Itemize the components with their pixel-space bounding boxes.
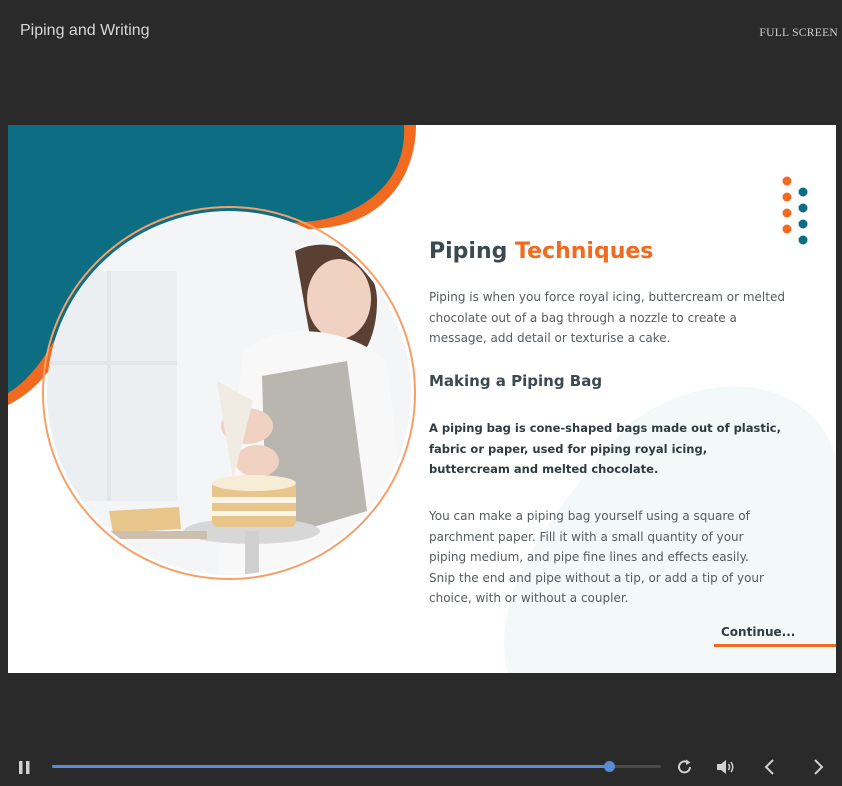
chevron-left-icon[interactable] xyxy=(762,758,778,776)
instructions-paragraph: You can make a piping bag yourself using… xyxy=(429,509,764,605)
volume-icon[interactable] xyxy=(716,758,736,776)
slide-title-main: Piping xyxy=(429,239,508,264)
title-bar: Piping and Writing FULL SCREEN xyxy=(0,0,842,70)
player-window: Piping and Writing FULL SCREEN Piping Te… xyxy=(0,0,842,786)
continue-button[interactable]: Continue... xyxy=(721,625,795,639)
chevron-right-icon[interactable] xyxy=(810,758,826,776)
slide-title: Piping Techniques xyxy=(429,239,653,264)
slide-title-accent: Techniques xyxy=(515,239,654,264)
slide-canvas: Piping Techniques Piping is when you for… xyxy=(8,125,836,673)
progress-bar[interactable] xyxy=(52,761,661,772)
dots-decoration xyxy=(782,176,808,245)
progress-fill xyxy=(52,765,610,768)
definition-paragraph: A piping bag is cone-shaped bags made ou… xyxy=(429,421,781,476)
pause-icon[interactable] xyxy=(18,760,32,775)
replay-icon[interactable] xyxy=(676,758,694,776)
progress-handle[interactable] xyxy=(604,761,616,772)
baker-photo xyxy=(47,211,411,575)
fullscreen-button[interactable]: FULL SCREEN xyxy=(759,27,838,39)
player-controls xyxy=(0,745,842,786)
continue-underline xyxy=(714,644,836,647)
section-heading: Making a Piping Bag xyxy=(429,372,603,390)
intro-paragraph: Piping is when you force royal icing, bu… xyxy=(429,290,785,345)
baker-illustration xyxy=(47,211,411,575)
course-title: Piping and Writing xyxy=(20,22,150,39)
